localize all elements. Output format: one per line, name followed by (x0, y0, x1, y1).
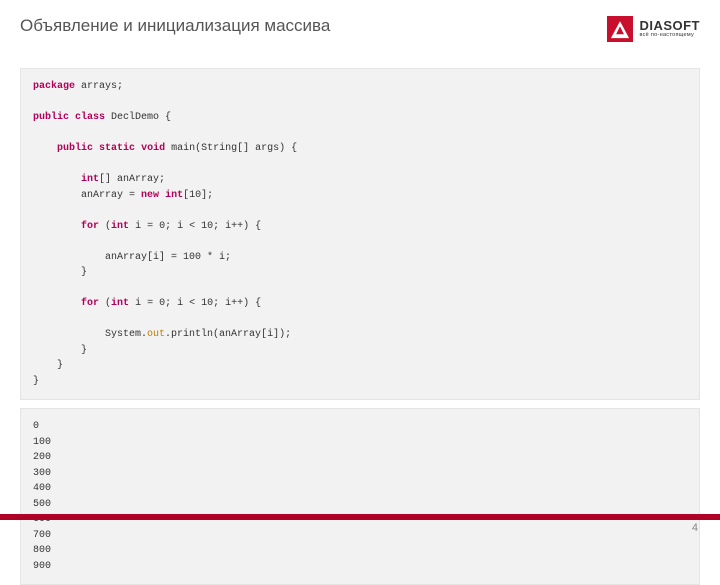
print-post: .println(anArray[i]); (165, 329, 291, 340)
output-block: 0 100 200 300 400 500 600 700 800 900 (20, 408, 700, 585)
kw-new: new (141, 190, 159, 201)
header: Объявление и инициализация массива DIASO… (0, 0, 720, 50)
for-cond-2: i = 0; i < 10; i++) { (129, 298, 261, 309)
kw-int-2: int (165, 190, 183, 201)
loop1-body: anArray[i] = 100 * i; (33, 252, 231, 263)
assign-post: [10]; (183, 190, 213, 201)
print-pre: System. (33, 329, 147, 340)
logo-tagline: всё по-настоящему (639, 33, 700, 39)
package-name: arrays; (75, 81, 123, 92)
close-4: } (33, 376, 39, 387)
kw-for-2: for (81, 298, 99, 309)
for-cond: i = 0; i < 10; i++) { (129, 221, 261, 232)
page-title: Объявление и инициализация массива (20, 16, 330, 36)
logo: DIASOFT всё по-настоящему (607, 16, 700, 42)
main-sig: main(String[] args) { (165, 143, 297, 154)
logo-text: DIASOFT всё по-настоящему (639, 19, 700, 39)
class-name: DeclDemo { (105, 112, 171, 123)
close-3: } (33, 360, 63, 371)
kw-package: package (33, 81, 75, 92)
kw-for: for (81, 221, 99, 232)
kw-public-2: public (57, 143, 93, 154)
assign-pre: anArray = (33, 190, 141, 201)
kw-int: int (81, 174, 99, 185)
close-2: } (33, 345, 87, 356)
kw-static: static (99, 143, 135, 154)
kw-class: class (75, 112, 105, 123)
kw-int-3: int (111, 221, 129, 232)
logo-brand: DIASOFT (639, 19, 700, 32)
close-1: } (33, 267, 87, 278)
footer-bar (0, 514, 720, 520)
page-number: 4 (692, 522, 698, 534)
logo-icon (607, 16, 633, 42)
kw-void: void (141, 143, 165, 154)
array-decl: [] anArray; (99, 174, 165, 185)
kw-int-4: int (111, 298, 129, 309)
code-block: package arrays; public class DeclDemo { … (20, 68, 700, 400)
kw-public: public (33, 112, 69, 123)
kw-out: out (147, 329, 165, 340)
